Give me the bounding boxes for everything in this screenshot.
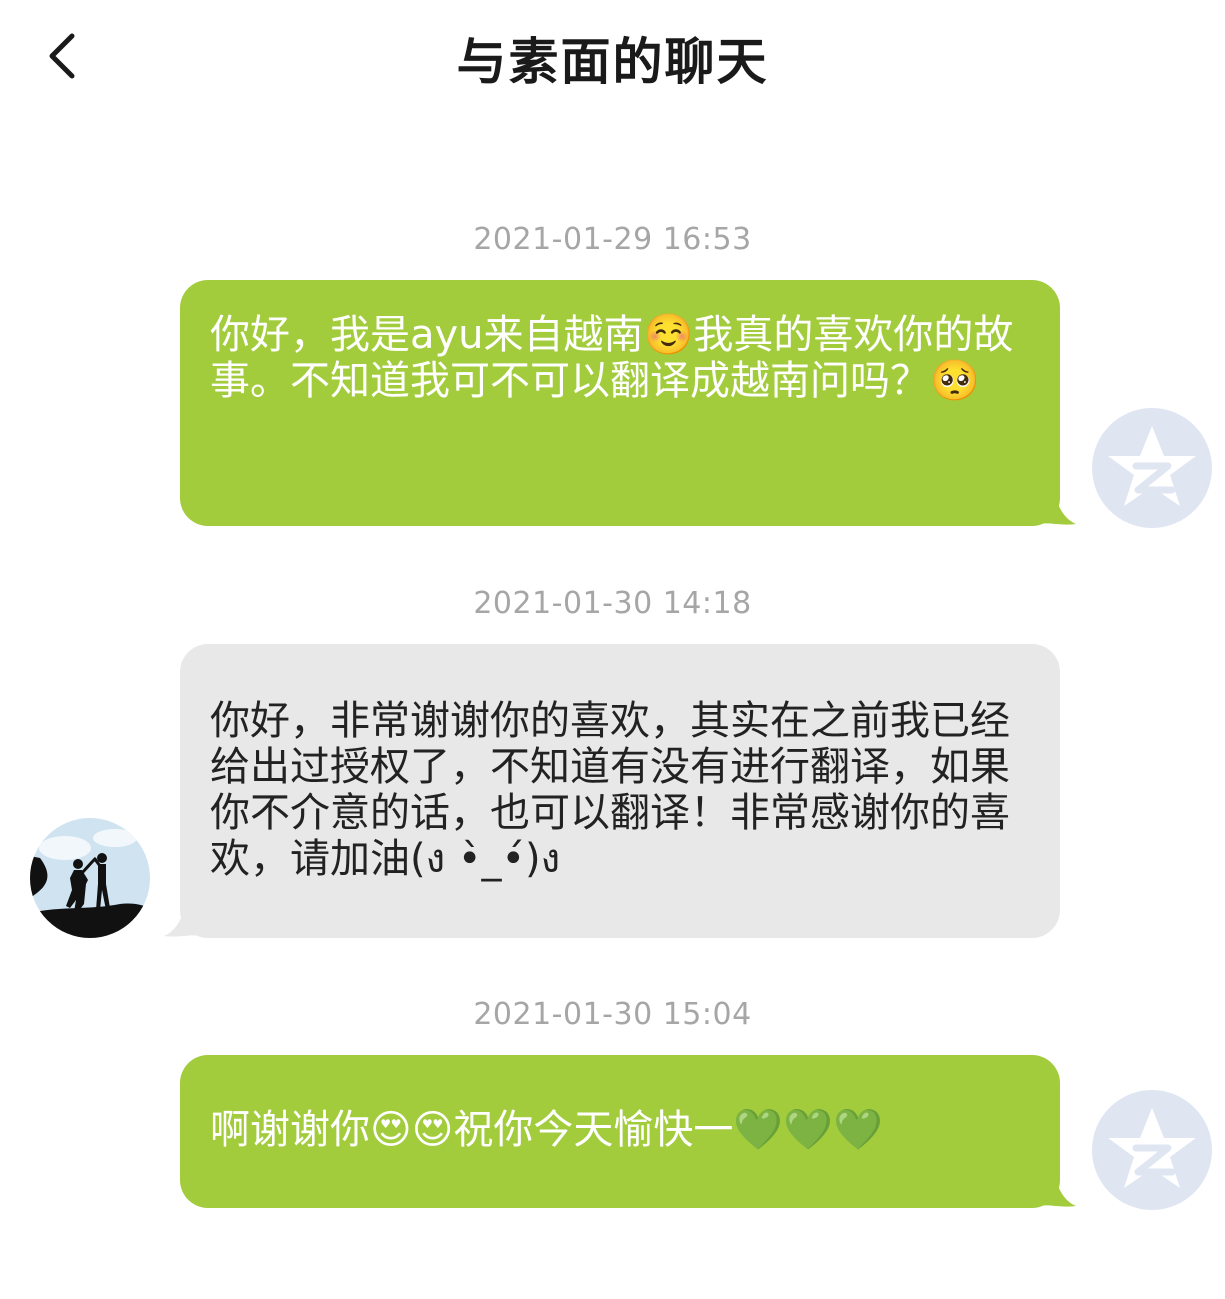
chat-header: 与素面的聊天 xyxy=(0,0,1225,110)
message-timestamp: 2021-01-29 16:53 xyxy=(473,222,752,257)
message-text: 你好，非常谢谢你的喜欢，其实在之前我已经给出过授权了，不知道有没有进行翻译，如果… xyxy=(210,698,1010,882)
sent-message-bubble[interactable]: 你好，我是ayu来自越南☺️我真的喜欢你的故事。不知道我可不可以翻译成越南问吗？… xyxy=(180,280,1060,526)
bubble-tail xyxy=(1040,1168,1076,1207)
qzone-star-icon xyxy=(1108,1108,1196,1188)
silhouette-couple-avatar xyxy=(30,818,150,938)
message-text: 啊谢谢你😍😍祝你今天愉快一💚💚💚 xyxy=(210,1107,883,1153)
bubble-tail xyxy=(1040,486,1076,525)
message-text: 你好，我是ayu来自越南☺️我真的喜欢你的故事。不知道我可不可以翻译成越南问吗？… xyxy=(210,312,1014,404)
received-message-bubble[interactable]: 你好，非常谢谢你的喜欢，其实在之前我已经给出过授权了，不知道有没有进行翻译，如果… xyxy=(180,644,1060,938)
avatar[interactable] xyxy=(1092,1090,1212,1210)
message-timestamp: 2021-01-30 14:18 xyxy=(473,586,752,621)
avatar[interactable] xyxy=(1092,408,1212,528)
page-title: 与素面的聊天 xyxy=(456,33,769,91)
qzone-star-icon xyxy=(1108,426,1196,506)
sent-message-bubble[interactable]: 啊谢谢你😍😍祝你今天愉快一💚💚💚 xyxy=(180,1055,1060,1208)
bubble-tail xyxy=(164,898,200,937)
message-timestamp: 2021-01-30 15:04 xyxy=(473,997,752,1032)
avatar[interactable] xyxy=(30,818,150,938)
